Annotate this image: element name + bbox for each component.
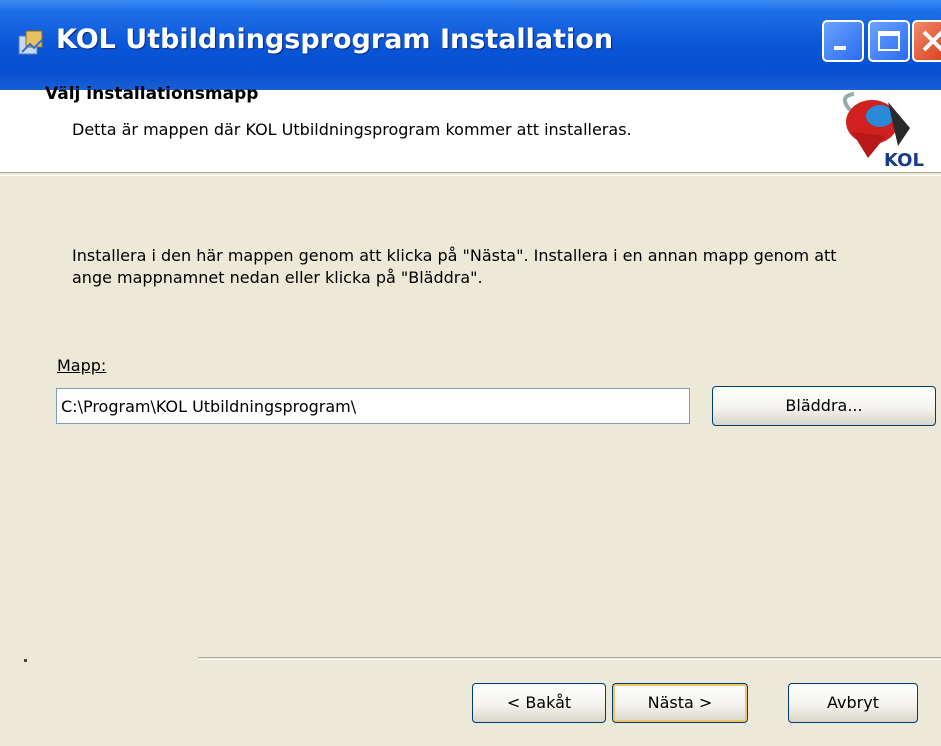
maximize-button[interactable] xyxy=(868,20,910,62)
browse-button[interactable]: Bläddra... xyxy=(712,386,936,426)
close-button[interactable] xyxy=(912,20,941,62)
page-subtitle: Detta är mappen där KOL Utbildningsprogr… xyxy=(72,120,632,139)
installer-icon xyxy=(16,28,46,58)
page-title: Välj installationsmapp xyxy=(45,84,259,104)
folder-label: Mapp: xyxy=(57,356,106,375)
kol-logo: KOL xyxy=(828,88,924,174)
back-button[interactable]: < Bakåt xyxy=(472,683,606,723)
window-title: KOL Utbildningsprogram Installation xyxy=(56,24,614,55)
minimize-button[interactable] xyxy=(822,20,864,62)
title-bar[interactable]: KOL Utbildningsprogram Installation xyxy=(0,0,941,90)
logo-text: KOL xyxy=(884,150,924,171)
maximize-icon xyxy=(878,31,900,51)
header-divider xyxy=(0,172,941,176)
close-icon xyxy=(922,30,941,52)
footer-divider xyxy=(198,657,941,660)
cancel-button[interactable]: Avbryt xyxy=(788,683,918,723)
next-button[interactable]: Nästa > xyxy=(612,683,748,723)
status-dot xyxy=(24,659,27,662)
folder-path-input[interactable] xyxy=(56,388,690,424)
folder-label-text: Mapp: xyxy=(57,356,107,375)
minimize-icon xyxy=(834,46,846,50)
instruction-text: Installera i den här mappen genom att kl… xyxy=(72,246,837,287)
